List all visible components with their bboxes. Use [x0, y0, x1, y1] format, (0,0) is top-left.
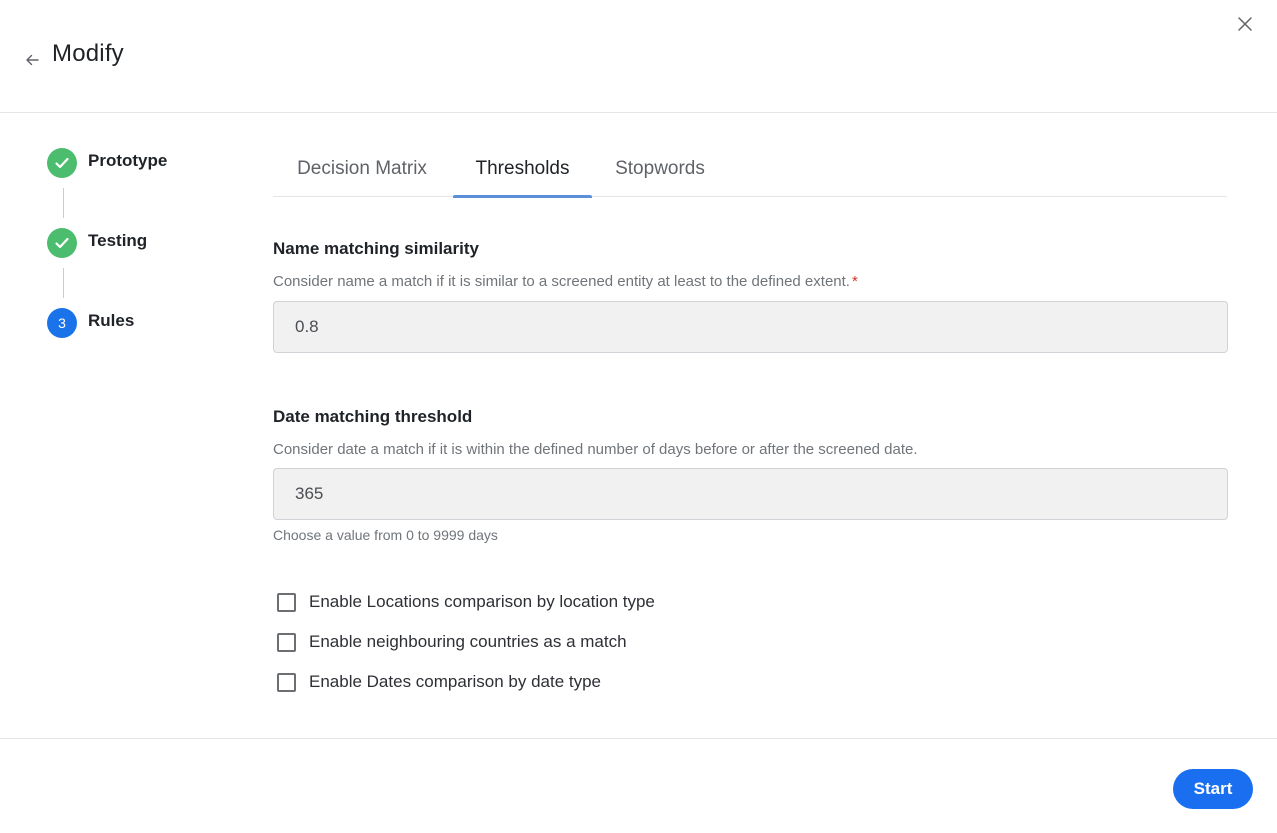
step-connector [63, 268, 64, 298]
arrow-left-icon [26, 54, 39, 66]
dialog-footer: Start [0, 738, 1277, 833]
checkbox-label: Enable Locations comparison by location … [309, 592, 655, 611]
step-prototype[interactable]: Prototype [47, 147, 247, 179]
option-neighbouring-countries[interactable]: Enable neighbouring countries as a match [277, 631, 627, 653]
tab-stopwords[interactable]: Stopwords [605, 146, 715, 197]
step-done-indicator [47, 148, 77, 178]
date-threshold-field[interactable] [273, 468, 1228, 520]
checkbox[interactable] [277, 632, 296, 652]
date-threshold-helper: Choose a value from 0 to 9999 days [273, 527, 498, 543]
close-icon [1238, 17, 1252, 31]
dialog-header: Modify [0, 0, 1277, 113]
step-label: Prototype [88, 151, 168, 170]
checkbox[interactable] [277, 592, 296, 612]
modify-dialog: Modify Prototype Testing 3 Rules Decisio… [0, 0, 1277, 833]
stepper: Prototype Testing 3 Rules [47, 147, 247, 339]
step-done-indicator [47, 228, 77, 258]
check-icon [55, 157, 69, 169]
name-similarity-input[interactable] [274, 302, 1227, 352]
step-rules[interactable]: 3 Rules [47, 307, 247, 339]
date-matching-description: Consider date a match if it is within th… [273, 441, 918, 458]
tab-decision-matrix[interactable]: Decision Matrix [285, 146, 439, 197]
close-button[interactable] [1234, 13, 1256, 35]
checkbox-label: Enable neighbouring countries as a match [309, 632, 627, 651]
date-threshold-input[interactable] [274, 469, 1227, 519]
option-dates-comparison[interactable]: Enable Dates comparison by date type [277, 671, 601, 693]
step-number-indicator: 3 [47, 308, 77, 338]
description-text: Consider name a match if it is similar t… [273, 273, 850, 290]
name-matching-description: Consider name a match if it is similar t… [273, 273, 858, 290]
name-matching-title: Name matching similarity [273, 239, 479, 258]
check-icon [55, 237, 69, 249]
checkbox[interactable] [277, 672, 296, 692]
step-label: Rules [88, 311, 135, 330]
option-locations-comparison[interactable]: Enable Locations comparison by location … [277, 591, 655, 613]
tab-bar: Decision Matrix Thresholds Stopwords [273, 146, 1227, 198]
date-matching-title: Date matching threshold [273, 407, 473, 426]
step-connector [63, 188, 64, 218]
checkbox-label: Enable Dates comparison by date type [309, 672, 602, 691]
page-title: Modify [52, 40, 124, 67]
required-mark: * [851, 273, 858, 290]
step-testing[interactable]: Testing [47, 227, 247, 259]
back-button[interactable] [22, 50, 42, 70]
start-button[interactable]: Start [1173, 769, 1253, 809]
step-label: Testing [88, 231, 148, 250]
tab-thresholds[interactable]: Thresholds [453, 146, 592, 198]
name-similarity-field[interactable] [273, 301, 1228, 353]
